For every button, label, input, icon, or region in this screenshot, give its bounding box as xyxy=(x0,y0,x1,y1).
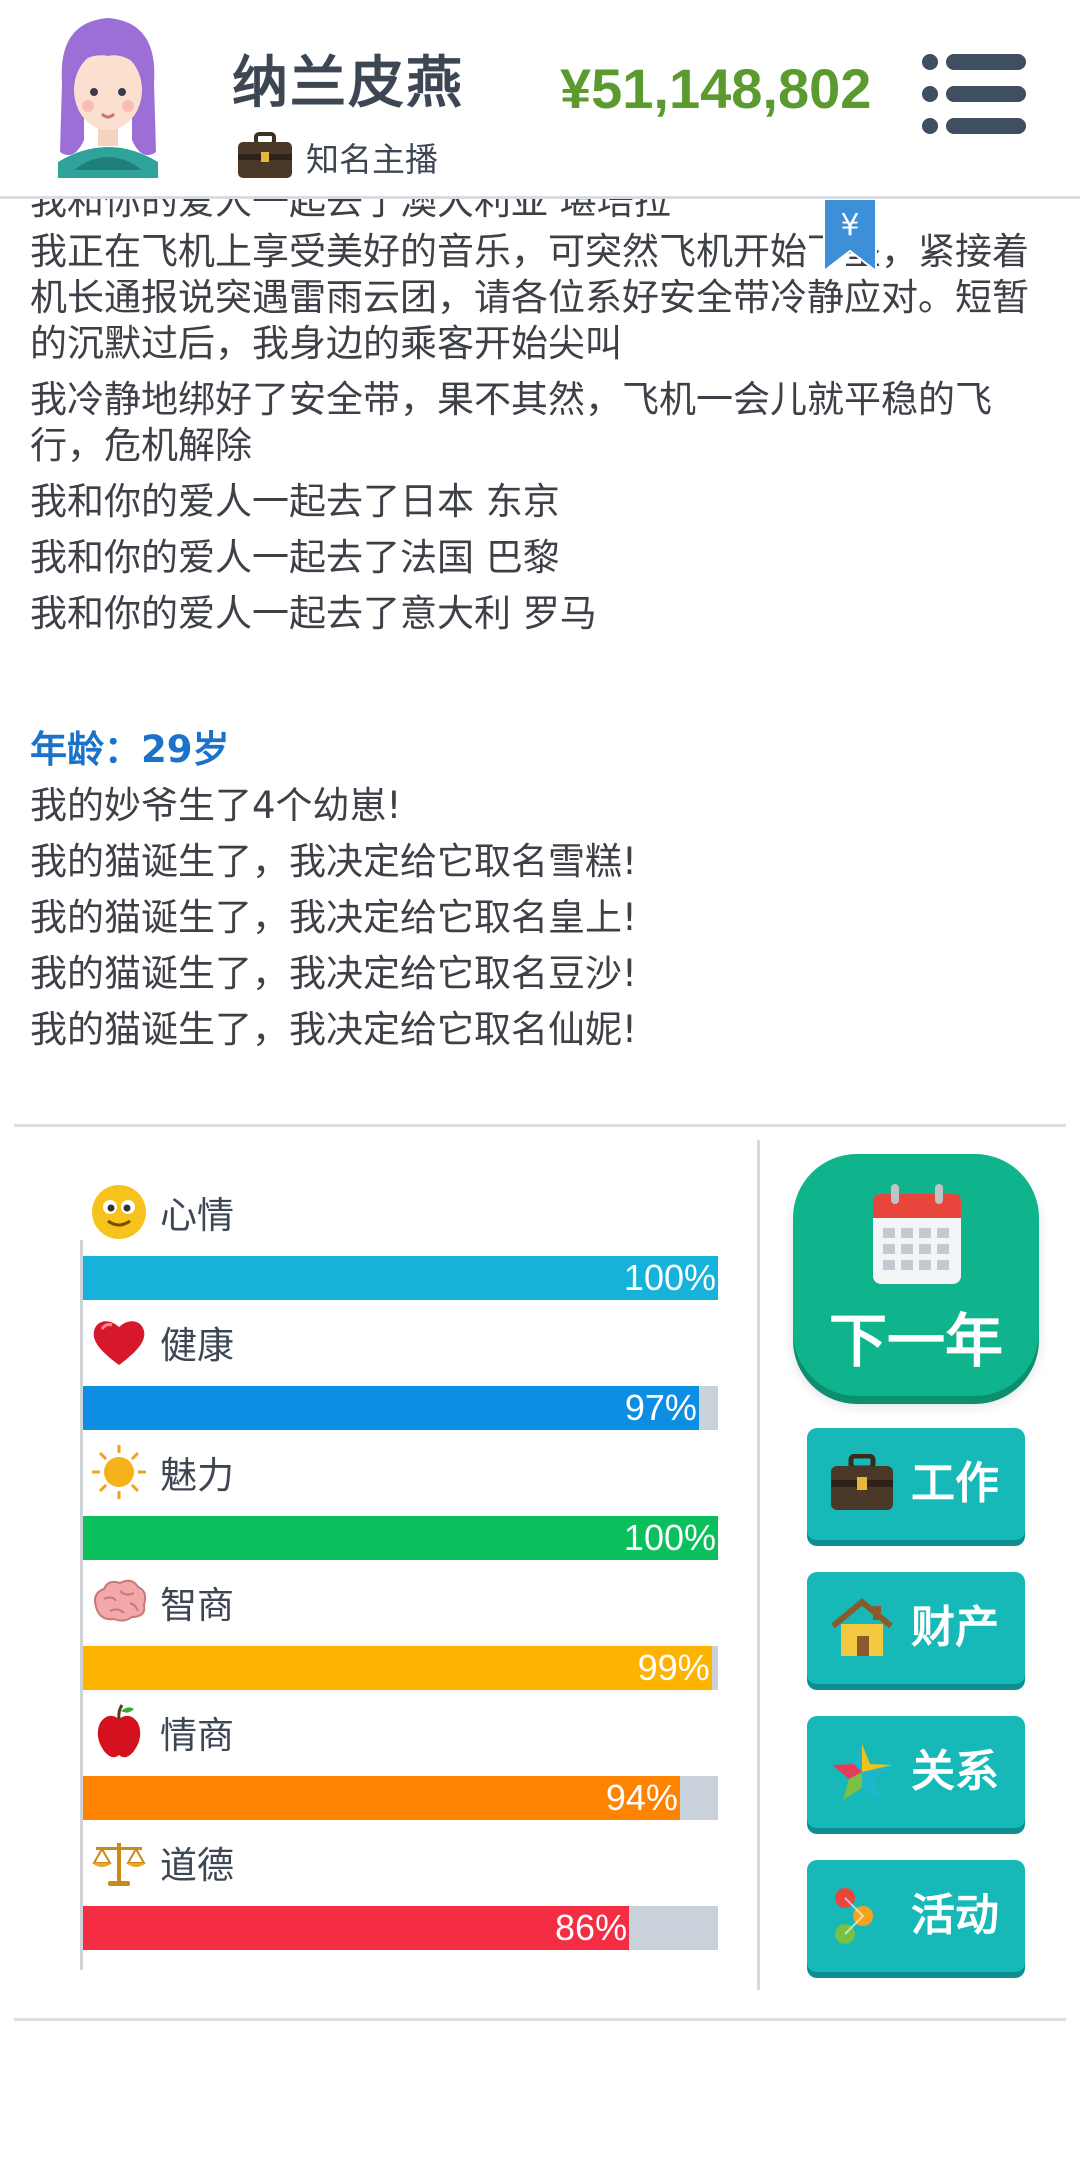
next-year-label: 下一年 xyxy=(828,1307,1003,1375)
log-line: 我冷静地绑好了安全带，果不其然，飞机一会儿就平稳的飞行，危机解除 xyxy=(30,378,992,467)
stat-fill: 97% xyxy=(83,1386,699,1430)
stat-percent: 97% xyxy=(624,1387,697,1428)
stat-percent: 100% xyxy=(623,1257,716,1298)
property-label: 财产 xyxy=(911,1602,999,1653)
money-amount: ¥51,148,802 xyxy=(560,57,872,120)
log-line: 我正在飞机上享受美好的音乐，可突然飞机开始下坠，紧接着机长通报说突遇雷雨云团，请… xyxy=(30,230,1029,365)
stat-bar: 100% xyxy=(83,1256,718,1300)
menu-list-icon[interactable] xyxy=(920,50,1030,138)
stat-bar: 86% xyxy=(83,1906,718,1950)
stat-bar: 94% xyxy=(83,1776,718,1820)
stat-eq: 情商 94% xyxy=(80,1700,720,1820)
activities-label: 活动 xyxy=(911,1890,999,1941)
log-line: 我和你的爱人一起去了法国 巴黎 xyxy=(30,536,560,579)
log-line: 我的猫诞生了，我决定给它取名仙妮! xyxy=(30,1008,637,1051)
yuan-bookmark-icon[interactable]: ¥ xyxy=(822,199,878,273)
life-log[interactable]: 我和你的爱人一起去了澳大利亚 堪培拉 我正在飞机上享受美好的音乐，可突然飞机开始… xyxy=(0,199,1080,1125)
stat-fill: 100% xyxy=(83,1256,718,1300)
work-button[interactable]: 工作 xyxy=(807,1428,1025,1540)
girl-avatar-icon[interactable] xyxy=(44,12,172,178)
sun-icon xyxy=(92,1445,146,1499)
stat-fill: 100% xyxy=(83,1516,718,1560)
log-line: 我的猫诞生了，我决定给它取名雪糕! xyxy=(30,840,637,883)
stat-bar: 97% xyxy=(83,1386,718,1430)
stat-label: 魅力 xyxy=(160,1454,234,1497)
stat-label: 道德 xyxy=(160,1844,234,1887)
star-icon xyxy=(832,1744,892,1800)
age-heading: 年龄：29岁 xyxy=(30,728,230,771)
brain-icon xyxy=(94,1579,147,1622)
heart-icon xyxy=(93,1321,145,1365)
house-icon xyxy=(831,1598,893,1656)
stat-label: 心情 xyxy=(160,1194,234,1237)
stat-iq: 智商 99% xyxy=(80,1570,720,1690)
stat-label: 智商 xyxy=(160,1584,234,1627)
briefcase-icon xyxy=(238,132,292,178)
log-line: 我和你的爱人一起去了日本 东京 xyxy=(30,480,560,523)
panel-divider xyxy=(757,1140,760,1990)
relations-button[interactable]: 关系 xyxy=(807,1716,1025,1828)
calendar-icon xyxy=(873,1184,961,1284)
job-info: 知名主播 xyxy=(236,130,438,184)
player-name: 纳兰皮燕 xyxy=(232,51,464,116)
log-line: 我的猫诞生了，我决定给它取名豆沙! xyxy=(30,952,637,995)
log-text: 我和你的爱人一起去了澳大利亚 堪培拉 我正在飞机上享受美好的音乐，可突然飞机开始… xyxy=(30,199,1040,1063)
scales-icon xyxy=(92,1843,146,1886)
stat-percent: 94% xyxy=(605,1777,678,1818)
stat-fill: 86% xyxy=(83,1906,630,1950)
stat-label: 情商 xyxy=(160,1714,234,1757)
activities-button[interactable]: 活动 xyxy=(807,1860,1025,1972)
stat-mood: 心情 100% xyxy=(80,1180,720,1300)
stat-bar: 100% xyxy=(83,1516,718,1560)
stat-bar: 99% xyxy=(83,1646,718,1690)
stat-morality: 道德 86% xyxy=(80,1830,720,1950)
relations-label: 关系 xyxy=(911,1746,999,1797)
job-title: 知名主播 xyxy=(306,140,438,179)
property-button[interactable]: 财产 xyxy=(807,1572,1025,1684)
stat-percent: 86% xyxy=(555,1907,628,1948)
stat-percent: 99% xyxy=(637,1647,710,1688)
briefcase-icon xyxy=(831,1454,893,1510)
stat-health: 健康 97% xyxy=(80,1310,720,1430)
activity-dots-icon xyxy=(835,1888,873,1944)
bottom-divider xyxy=(14,2018,1066,2021)
log-line: 我的猫诞生了，我决定给它取名皇上! xyxy=(30,896,637,939)
stat-fill: 94% xyxy=(83,1776,680,1820)
log-line: 我和你的爱人一起去了澳大利亚 堪培拉 xyxy=(30,199,671,223)
stat-label: 健康 xyxy=(160,1324,234,1367)
section-divider xyxy=(14,1124,1066,1127)
stat-fill: 99% xyxy=(83,1646,712,1690)
svg-text:¥: ¥ xyxy=(840,208,859,243)
stat-charm: 魅力 100% xyxy=(80,1440,720,1560)
work-label: 工作 xyxy=(911,1458,999,1509)
smiley-face-icon xyxy=(92,1185,146,1239)
stat-percent: 100% xyxy=(623,1517,716,1558)
log-line: 我和你的爱人一起去了意大利 罗马 xyxy=(30,592,597,635)
top-bar: 纳兰皮燕 知名主播 ¥51,148,802 xyxy=(0,0,1080,196)
log-line: 我的妙爷生了4个幼崽! xyxy=(30,784,402,827)
next-year-button[interactable]: 下一年 xyxy=(793,1154,1039,1396)
apple-icon xyxy=(97,1704,141,1758)
